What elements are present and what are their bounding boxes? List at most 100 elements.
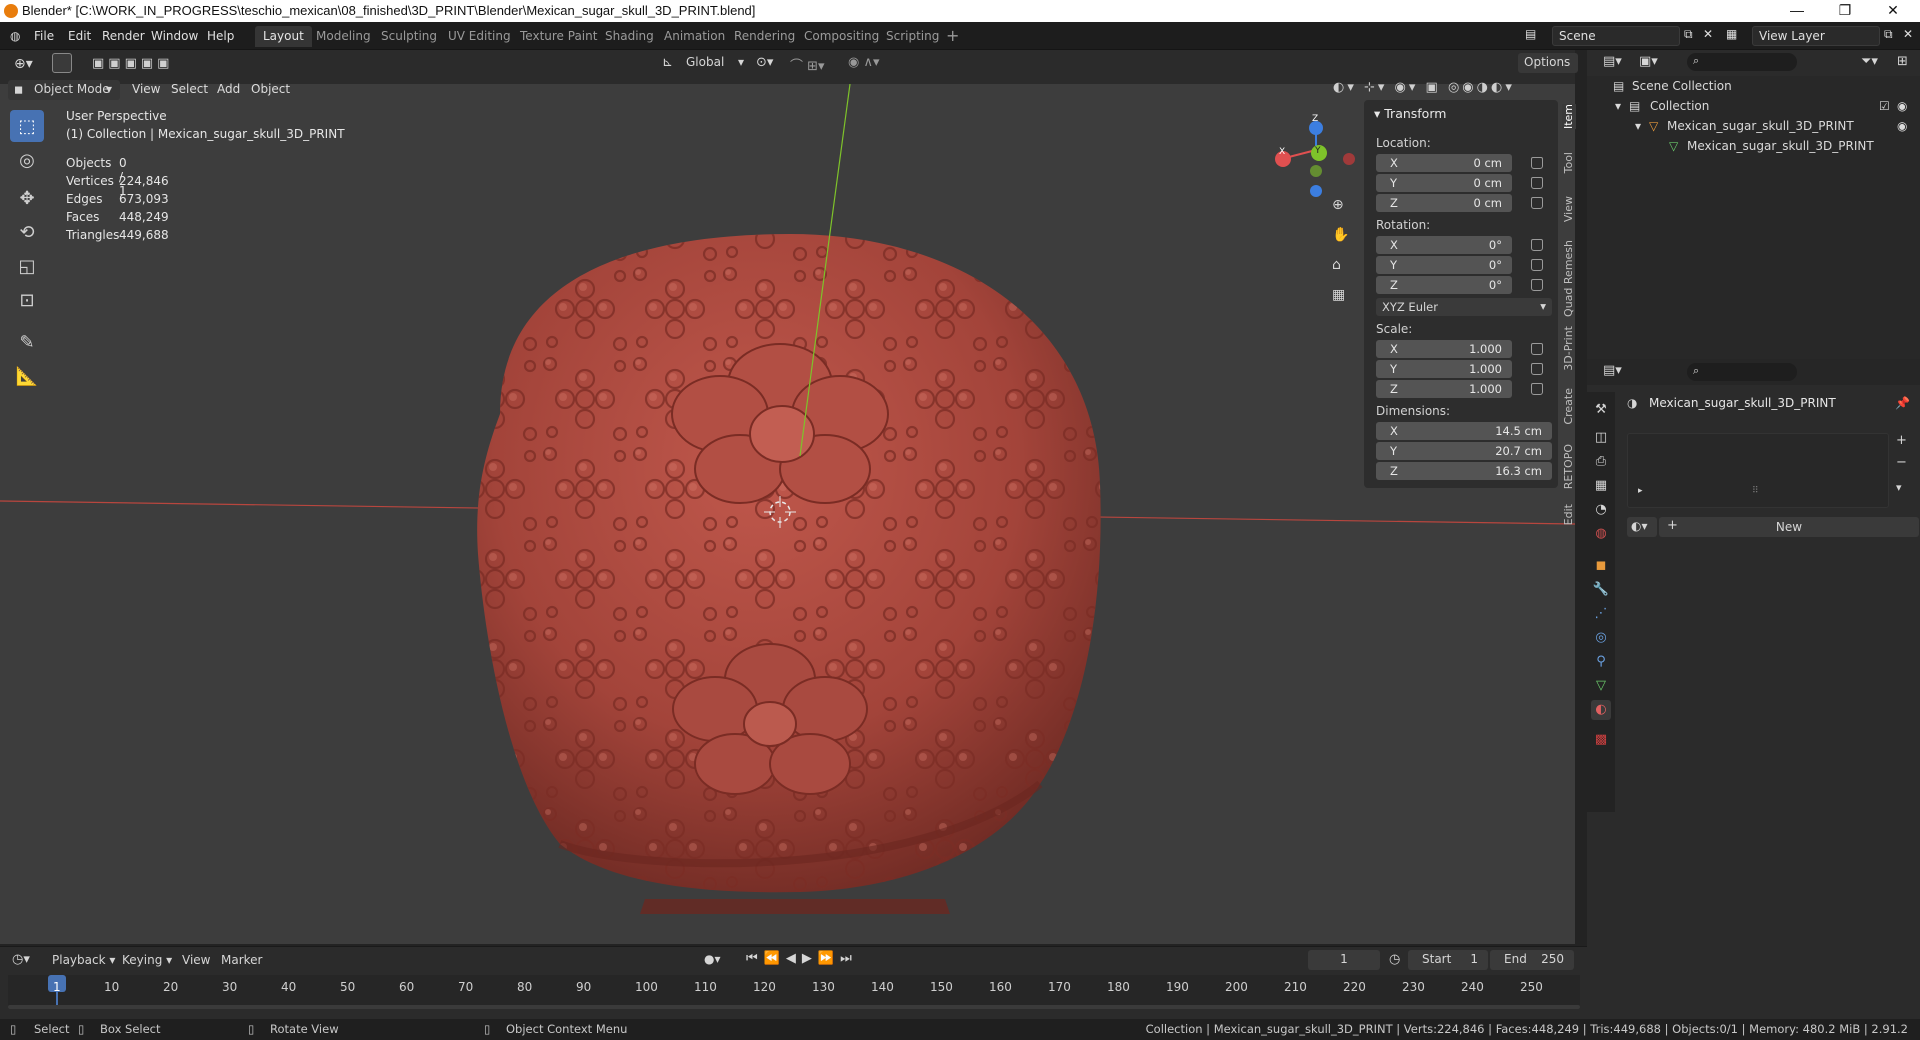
tab-tool[interactable]: Tool — [1562, 152, 1576, 173]
tab-uv-editing[interactable]: UV Editing — [440, 26, 519, 47]
timeline-editor-icon[interactable]: ◷▾ — [12, 952, 30, 967]
start-frame-field[interactable]: Start 1 — [1408, 950, 1488, 970]
rotation-z-field[interactable]: Z 0° — [1376, 276, 1512, 294]
location-x-field[interactable]: X0 cm — [1376, 154, 1512, 172]
lock-icon[interactable] — [1531, 177, 1543, 189]
orientation-icon[interactable]: ⊾ — [662, 55, 673, 70]
filter-icon[interactable]: ⏷▾ — [1861, 54, 1878, 69]
add-workspace-icon[interactable]: + — [946, 26, 959, 45]
options-dropdown[interactable]: Options — [1518, 53, 1578, 73]
display-mode-icon[interactable]: ▣▾ — [1639, 54, 1658, 69]
tab-item[interactable]: Item — [1562, 104, 1576, 130]
lock-icon[interactable] — [1531, 239, 1543, 251]
transform-tool-icon[interactable]: ⊡ — [10, 284, 44, 316]
menu-window[interactable]: Window — [151, 29, 198, 43]
constraints-tab-icon[interactable]: ⚲ — [1591, 652, 1611, 672]
close-button[interactable]: ✕ — [1870, 0, 1916, 22]
world-tab-icon[interactable]: ◍ — [1591, 524, 1611, 544]
tab-3d-print[interactable]: 3D-Print — [1562, 326, 1576, 371]
new-collection-icon[interactable]: ⊞ — [1897, 54, 1908, 69]
tab-scripting[interactable]: Scripting — [878, 26, 947, 47]
end-frame-field[interactable]: End 250 — [1490, 950, 1574, 970]
checkbox-icon[interactable]: ☑ — [1879, 99, 1890, 113]
material-slots-list[interactable]: ▸ ⠿ — [1627, 433, 1889, 508]
timeline-scrollbar[interactable] — [8, 1005, 1580, 1009]
properties-search-input[interactable]: ⌕ — [1687, 363, 1797, 381]
view-layer-tab-icon[interactable]: ▦ — [1591, 476, 1611, 496]
zoom-icon[interactable]: ⊕ — [1332, 197, 1344, 213]
new-view-layer-icon[interactable]: ⧉ — [1884, 27, 1893, 42]
expand-icon[interactable]: ▸ — [1638, 486, 1643, 496]
tab-animation[interactable]: Animation — [656, 26, 733, 47]
location-z-field[interactable]: Z0 cm — [1376, 194, 1512, 212]
select-mode-icons[interactable]: ▣▣▣▣▣ — [92, 56, 173, 71]
playback-controls[interactable]: ⏮⏪◀▶⏩⏭ — [746, 951, 858, 966]
vp-menu-object[interactable]: Object — [251, 82, 290, 96]
rotation-mode-dropdown[interactable]: XYZ Euler ▾ — [1376, 298, 1552, 316]
view-layer-field[interactable]: View Layer — [1752, 26, 1880, 46]
select-tool-icon[interactable] — [52, 53, 72, 73]
delete-scene-icon[interactable]: ✕ — [1703, 27, 1713, 41]
pivot-icon[interactable]: ⊙▾ — [756, 55, 773, 70]
tab-compositing[interactable]: Compositing — [796, 26, 887, 47]
move-tool-icon[interactable]: ✥ — [10, 182, 44, 214]
modifier-wrench-icon[interactable]: 🔧 — [1591, 580, 1611, 600]
outliner-row-mesh[interactable]: ▽ Mexican_sugar_skull_3D_PRINT — [1587, 137, 1920, 157]
vp-menu-add[interactable]: Add — [217, 82, 240, 96]
clock-icon[interactable]: ◷ — [1389, 952, 1400, 967]
proportional-edit-icon[interactable]: ◉ ∧▾ — [848, 55, 880, 70]
physics-tab-icon[interactable]: ◎ — [1591, 628, 1611, 648]
material-tab-icon[interactable]: ◐ — [1591, 700, 1611, 720]
dimension-x-field[interactable]: X 14.5 cm — [1376, 422, 1552, 440]
scale-y-field[interactable]: Y 1.000 — [1376, 360, 1512, 378]
chevron-down-icon[interactable]: ▾ — [1896, 481, 1902, 494]
tab-rendering[interactable]: Rendering — [726, 26, 803, 47]
outliner-row-collection[interactable]: ▾ ▤ Collection ☑ ◉ — [1587, 97, 1920, 117]
snap-icon[interactable]: ⌒ ⊞▾ — [790, 55, 825, 74]
camera-icon[interactable]: ⌂ — [1332, 257, 1341, 273]
menu-help[interactable]: Help — [207, 29, 234, 43]
pin-icon[interactable]: 📌 — [1895, 396, 1910, 410]
eye-icon[interactable]: ◉ — [1897, 99, 1907, 113]
lock-icon[interactable] — [1531, 259, 1543, 271]
scene-icon[interactable]: ▤ — [1525, 27, 1536, 41]
tool-settings-tab-icon[interactable]: ⚒ — [1591, 400, 1611, 420]
tab-sculpting[interactable]: Sculpting — [373, 26, 445, 47]
record-keyframe-icon[interactable]: ●▾ — [704, 952, 721, 966]
chevron-down-icon[interactable]: ▾ — [1635, 119, 1641, 133]
lock-icon[interactable] — [1531, 363, 1543, 375]
dimension-y-field[interactable]: Y 20.7 cm — [1376, 442, 1552, 460]
outliner-editor-icon[interactable]: ▤▾ — [1603, 54, 1622, 69]
ortho-grid-icon[interactable]: ▦ — [1332, 287, 1345, 303]
rotate-tool-icon[interactable]: ⟲ — [10, 216, 44, 248]
lock-icon[interactable] — [1531, 157, 1543, 169]
remove-slot-icon[interactable]: − — [1896, 455, 1907, 470]
restore-button[interactable]: ❐ — [1822, 0, 1868, 22]
lock-icon[interactable] — [1531, 197, 1543, 209]
tab-modeling[interactable]: Modeling — [308, 26, 379, 47]
render-tab-icon[interactable]: ◫ — [1591, 428, 1611, 448]
properties-editor-icon[interactable]: ▤▾ — [1603, 363, 1622, 378]
vp-menu-select[interactable]: Select — [171, 82, 208, 96]
add-slot-icon[interactable]: + — [1896, 433, 1907, 448]
pan-hand-icon[interactable]: ✋ — [1332, 227, 1349, 243]
cursor-tool-icon[interactable]: ◎ — [10, 144, 44, 176]
eye-icon[interactable]: ◉ — [1897, 119, 1907, 133]
scale-z-field[interactable]: Z 1.000 — [1376, 380, 1512, 398]
measure-tool-icon[interactable]: 📐 — [10, 360, 44, 392]
select-box-tool-icon[interactable]: ⬚ — [10, 110, 44, 142]
tab-edit[interactable]: Edit — [1562, 504, 1576, 525]
scale-x-field[interactable]: X 1.000 — [1376, 340, 1512, 358]
scene-field[interactable]: Scene — [1552, 26, 1680, 46]
blender-menu-icon[interactable]: ◍ — [10, 29, 20, 43]
tab-layout[interactable]: Layout — [255, 26, 312, 47]
output-tab-icon[interactable]: ⎙ — [1591, 452, 1611, 472]
transform-orientation-dropdown[interactable]: Global — [686, 55, 724, 69]
timeline-menu-keying[interactable]: Keying ▾ — [122, 953, 172, 967]
menu-file[interactable]: File — [34, 29, 54, 43]
annotate-tool-icon[interactable]: ✎ — [10, 326, 44, 358]
lock-icon[interactable] — [1531, 383, 1543, 395]
chevron-down-icon[interactable]: ▾ — [1615, 99, 1621, 113]
3d-viewport[interactable]: Z X Y ⊕ ✋ ⌂ ▦ — [0, 84, 1575, 944]
material-browse-icon[interactable]: ◐▾ — [1627, 517, 1657, 537]
